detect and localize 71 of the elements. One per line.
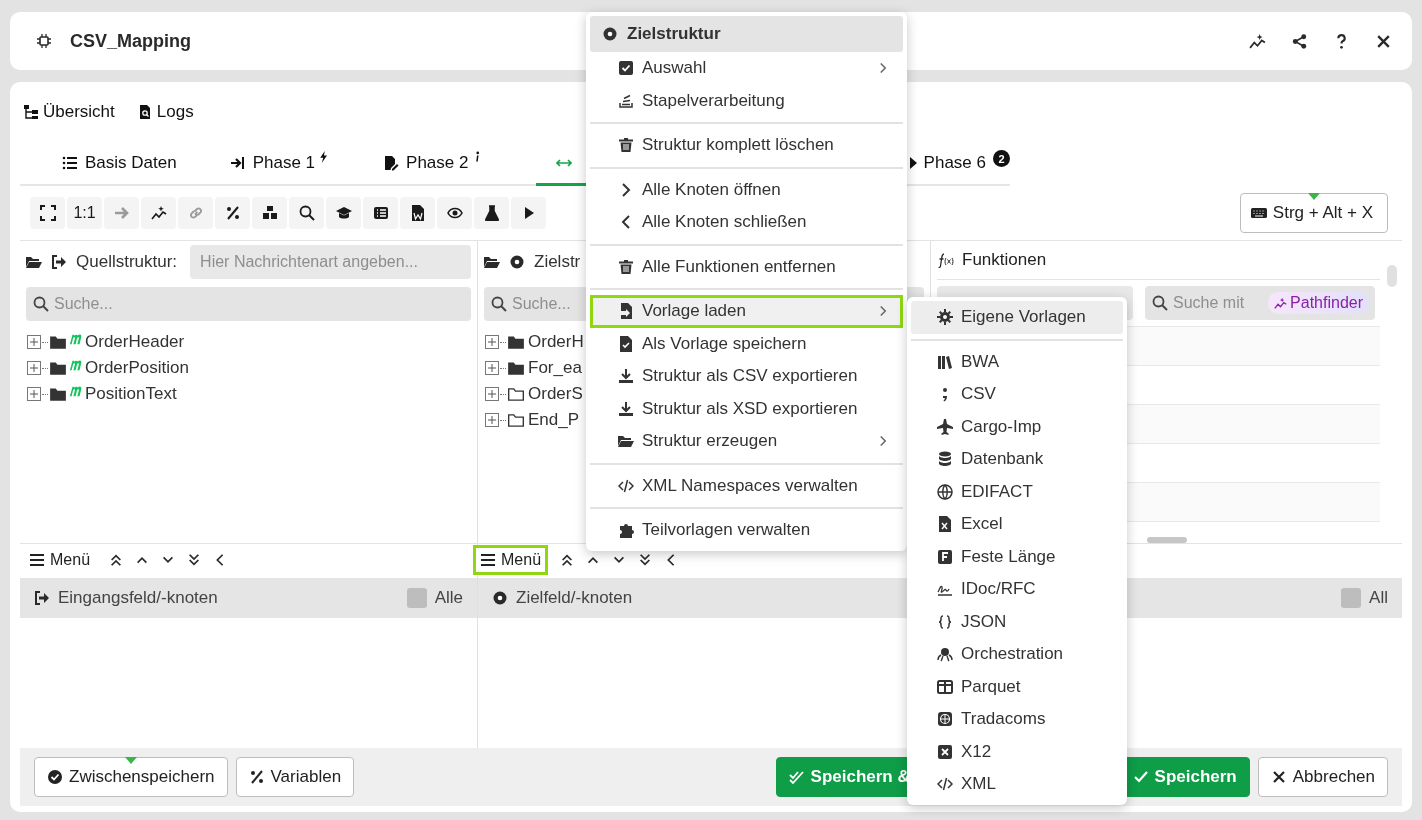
tab[interactable]: Basis Daten bbox=[62, 142, 204, 186]
menu-item[interactable]: Struktur als XSD exportieren bbox=[590, 392, 903, 425]
tree-node[interactable]: OrderPosition bbox=[85, 358, 189, 378]
menu-item[interactable]: Struktur als CSV exportieren bbox=[590, 360, 903, 393]
menu-item-label: Vorlage laden bbox=[642, 301, 747, 322]
tree-node[interactable]: End_P bbox=[528, 410, 580, 430]
panel-label: Zielstr bbox=[534, 252, 581, 272]
nav-link[interactable]: Logs bbox=[136, 102, 194, 122]
menu-item[interactable]: Feste Länge bbox=[911, 540, 1123, 573]
menu-item-label: Auswahl bbox=[642, 58, 708, 79]
panel-label: Quellstruktur: bbox=[76, 252, 178, 272]
menu-item[interactable]: Alle Funktionen entfernen bbox=[590, 250, 903, 283]
panel-title: Funktionen bbox=[962, 250, 1047, 270]
menu-item[interactable]: Eigene Vorlagen bbox=[911, 301, 1123, 334]
menu-title: Zielstruktur bbox=[627, 24, 722, 44]
ratio-button[interactable]: 1:1 bbox=[67, 197, 102, 229]
column-title: Zielfeld/-knoten bbox=[516, 588, 633, 608]
tab[interactable]: Phase 1 bbox=[229, 142, 358, 186]
menu-item[interactable]: CSV bbox=[911, 378, 1123, 411]
menu-item[interactable]: Parquet bbox=[911, 670, 1123, 703]
menu-item[interactable]: Excel bbox=[911, 508, 1123, 541]
menu-item[interactable]: Struktur erzeugen bbox=[590, 425, 903, 458]
column-title: Eingangsfeld/-knoten bbox=[58, 588, 218, 608]
menu-item-label: XML Namespaces verwalten bbox=[642, 475, 859, 496]
menu-item[interactable]: Alle Knoten öffnen bbox=[590, 173, 903, 206]
menu-item-label: Als Vorlage speichern bbox=[642, 333, 808, 354]
menu-item[interactable]: XML Namespaces verwalten bbox=[590, 469, 903, 502]
menu-item[interactable]: Orchestration bbox=[911, 638, 1123, 671]
footer-button[interactable]: Zwischenspeichern bbox=[34, 757, 228, 797]
menu-item[interactable]: Tradacoms bbox=[911, 703, 1123, 736]
menu-item-label: Stapelverarbeitung bbox=[642, 90, 786, 111]
tree-node[interactable]: For_ea bbox=[528, 358, 582, 378]
footer-button[interactable]: Abbrechen bbox=[1257, 757, 1388, 797]
pathfinder-chip[interactable]: Pathfinder bbox=[1268, 292, 1369, 314]
menu-item[interactable]: Alle Knoten schließen bbox=[590, 206, 903, 239]
tree-node[interactable]: OrderHeader bbox=[85, 332, 185, 352]
menu-button[interactable]: Menü bbox=[473, 545, 549, 575]
menu-item[interactable]: IDoc/RFC bbox=[911, 573, 1123, 606]
nav-link[interactable]: Übersicht bbox=[23, 102, 115, 122]
window-title: CSV_Mapping bbox=[70, 30, 191, 52]
menu-item[interactable]: Auswahl bbox=[590, 52, 903, 85]
menu-item[interactable]: Cargo-Imp bbox=[911, 410, 1123, 443]
menu-item[interactable]: Struktur komplett löschen bbox=[590, 129, 903, 162]
menu-item[interactable]: EDIFACT bbox=[911, 475, 1123, 508]
menu-item[interactable]: Datenbank bbox=[911, 443, 1123, 476]
menu-item-label: Alle Knoten schließen bbox=[642, 212, 808, 233]
tab[interactable]: Phase 6 2 bbox=[909, 142, 1010, 186]
menu-item[interactable]: Teilvorlagen verwalten bbox=[590, 514, 903, 547]
checkbox-label: All bbox=[1369, 588, 1388, 608]
count-badge: 2 bbox=[993, 150, 1010, 167]
shortcut-button[interactable]: Strg + Alt + X bbox=[1239, 193, 1388, 233]
search-field[interactable]: Suche... bbox=[26, 287, 471, 321]
menu-item-label: Alle Funktionen entfernen bbox=[642, 256, 837, 277]
message-type-field[interactable]: Hier Nachrichtenart angeben... bbox=[190, 245, 471, 279]
tree-node[interactable]: OrderS bbox=[528, 384, 583, 404]
menu-item-label: Alle Knoten öffnen bbox=[642, 179, 782, 200]
tree-node[interactable]: OrderH bbox=[528, 332, 584, 352]
menu-item[interactable]: Stapelverarbeitung bbox=[590, 84, 903, 117]
menu-item-label: Struktur als XSD exportieren bbox=[642, 398, 859, 419]
menu-item-label: Teilvorlagen verwalten bbox=[642, 520, 812, 541]
menu-item[interactable]: JSON bbox=[911, 605, 1123, 638]
menu-item[interactable]: Als Vorlage speichern bbox=[590, 327, 903, 360]
menu-item-label: Struktur als CSV exportieren bbox=[642, 366, 859, 387]
menu-item[interactable]: BWA bbox=[911, 345, 1123, 378]
tab[interactable]: Phase 2 bbox=[383, 142, 511, 186]
menu-item-label: Struktur komplett löschen bbox=[642, 135, 835, 156]
checkbox-label: Alle bbox=[434, 588, 463, 608]
menu-item-label: Struktur erzeugen bbox=[642, 431, 779, 452]
tree-node[interactable]: PositionText bbox=[85, 384, 177, 404]
menu-item[interactable]: Vorlage laden bbox=[590, 295, 903, 328]
footer-button[interactable]: Variablen bbox=[235, 757, 355, 797]
